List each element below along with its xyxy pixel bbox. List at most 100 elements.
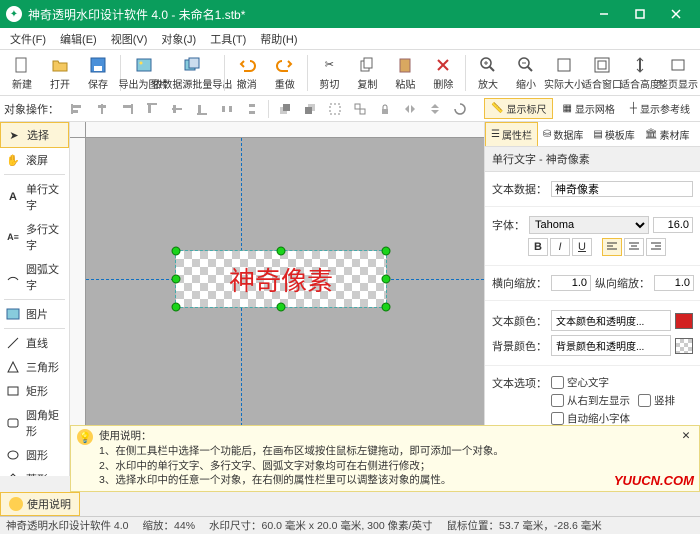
textcolor-swatch[interactable] <box>675 313 693 329</box>
selection-outline <box>175 250 387 308</box>
bring-front-button[interactable] <box>274 99 296 119</box>
tool-line[interactable]: 直线 <box>0 331 69 355</box>
underline-button[interactable]: U <box>572 238 592 256</box>
new-button[interactable]: 新建 <box>4 53 40 93</box>
maximize-button[interactable] <box>622 0 658 28</box>
tool-arc-text[interactable]: 圆弧文字 <box>0 257 69 297</box>
font-select[interactable]: Tahoma <box>529 216 649 234</box>
tool-rect[interactable]: 矩形 <box>0 379 69 403</box>
menu-help[interactable]: 帮助(H) <box>254 29 303 49</box>
menu-tools[interactable]: 工具(T) <box>204 29 252 49</box>
handle-sw[interactable] <box>172 303 181 312</box>
handle-s[interactable] <box>277 303 286 312</box>
lock-button[interactable] <box>374 99 396 119</box>
handle-se[interactable] <box>382 303 391 312</box>
align-middle-button[interactable] <box>166 99 188 119</box>
opt-autoshrink[interactable]: 自动缩小字体 <box>551 411 630 426</box>
handle-ne[interactable] <box>382 247 391 256</box>
show-ruler-toggle[interactable]: 📏显示标尺 <box>484 98 553 119</box>
tool-triangle[interactable]: 三角形 <box>0 355 69 379</box>
send-back-button[interactable] <box>299 99 321 119</box>
redo-button[interactable]: 重做 <box>267 53 303 93</box>
zoom-in-button[interactable]: 放大 <box>470 53 506 93</box>
hint-close-button[interactable]: ✕ <box>679 429 693 443</box>
horizontal-ruler[interactable] <box>86 122 484 138</box>
text-lines-icon: A≡ <box>5 229 21 245</box>
handle-e[interactable] <box>382 275 391 284</box>
text-object[interactable]: 神奇像素 <box>176 251 386 307</box>
window-title: 神奇透明水印设计软件 4.0 - 未命名1.stb* <box>28 6 586 23</box>
full-display-button[interactable]: 整页显示 <box>660 53 696 93</box>
fit-window-button[interactable]: 适合窗口 <box>584 53 620 93</box>
bgcolor-button[interactable]: 背景颜色和透明度... <box>551 335 671 356</box>
vscale-input[interactable] <box>654 275 694 291</box>
textcolor-button[interactable]: 文本颜色和透明度... <box>551 310 671 331</box>
flip-h-button[interactable] <box>399 99 421 119</box>
tool-single-text[interactable]: A单行文字 <box>0 177 69 217</box>
paste-button[interactable]: 粘贴 <box>387 53 423 93</box>
tab-templates[interactable]: ▤模板库 <box>588 122 639 146</box>
close-button[interactable] <box>658 0 694 28</box>
paste-icon <box>395 55 415 75</box>
align-right-text-button[interactable] <box>646 238 666 256</box>
bold-button[interactable]: B <box>528 238 548 256</box>
cut-button[interactable]: ✂剪切 <box>311 53 347 93</box>
handle-nw[interactable] <box>172 247 181 256</box>
minimize-button[interactable] <box>586 0 622 28</box>
align-left-button[interactable] <box>66 99 88 119</box>
align-top-button[interactable] <box>141 99 163 119</box>
opt-rtl[interactable]: 从右到左显示 <box>551 393 630 408</box>
menu-file[interactable]: 文件(F) <box>4 29 52 49</box>
hscale-input[interactable] <box>551 275 591 291</box>
actual-size-button[interactable]: 实际大小 <box>546 53 582 93</box>
group-button[interactable] <box>324 99 346 119</box>
show-grid-toggle[interactable]: ▦显示网格 <box>556 99 620 118</box>
align-bottom-button[interactable] <box>191 99 213 119</box>
menu-view[interactable]: 视图(V) <box>105 29 154 49</box>
batch-export-button[interactable]: 依数据源批量导出 <box>164 53 220 93</box>
handle-n[interactable] <box>277 247 286 256</box>
flip-v-button[interactable] <box>424 99 446 119</box>
tool-roundrect[interactable]: 圆角矩形 <box>0 403 69 443</box>
textdata-input[interactable] <box>551 181 693 197</box>
undo-button[interactable]: 撤消 <box>229 53 265 93</box>
fit-height-button[interactable]: 适合高度 <box>622 53 658 93</box>
tool-diamond[interactable]: 菱形 <box>0 467 69 476</box>
align-center-h-button[interactable] <box>91 99 113 119</box>
rotate-button[interactable] <box>449 99 471 119</box>
opt-hollow[interactable]: 空心文字 <box>551 375 609 390</box>
open-button[interactable]: 打开 <box>42 53 78 93</box>
tab-assets[interactable]: 🏛素材库 <box>640 122 695 146</box>
ungroup-button[interactable] <box>349 99 371 119</box>
tool-select[interactable]: ➤选择 <box>0 122 69 148</box>
help-tab[interactable]: 使用说明 <box>0 492 80 516</box>
italic-button[interactable]: I <box>550 238 570 256</box>
canvas-area[interactable]: 神奇像素 <box>70 122 484 476</box>
font-size-input[interactable] <box>653 217 693 233</box>
save-button[interactable]: 保存 <box>80 53 116 93</box>
opt-vertical[interactable]: 竖排 <box>638 393 675 408</box>
delete-button[interactable]: 删除 <box>425 53 461 93</box>
menu-object[interactable]: 对象(J) <box>155 29 202 49</box>
zoom-out-button[interactable]: 缩小 <box>508 53 544 93</box>
folder-open-icon <box>50 55 70 75</box>
status-mouse: 鼠标位置：53.7 毫米，-28.6 毫米 <box>447 518 602 533</box>
cut-icon: ✂ <box>319 55 339 75</box>
distribute-v-button[interactable] <box>241 99 263 119</box>
menu-edit[interactable]: 编辑(E) <box>54 29 103 49</box>
tool-ellipse[interactable]: 圆形 <box>0 443 69 467</box>
tool-multi-text[interactable]: A≡多行文字 <box>0 217 69 257</box>
tab-properties[interactable]: ☰属性栏 <box>485 122 538 146</box>
align-left-text-button[interactable] <box>602 238 622 256</box>
align-right-button[interactable] <box>116 99 138 119</box>
handle-w[interactable] <box>172 275 181 284</box>
align-center-text-button[interactable] <box>624 238 644 256</box>
distribute-h-button[interactable] <box>216 99 238 119</box>
tool-pan[interactable]: ✋滚屏 <box>0 148 69 172</box>
tab-database[interactable]: ⛁数据库 <box>538 122 588 146</box>
bgcolor-swatch[interactable] <box>675 338 693 354</box>
copy-button[interactable]: 复制 <box>349 53 385 93</box>
show-guide-toggle[interactable]: ┼显示参考线 <box>624 99 696 118</box>
tool-image[interactable]: 图片 <box>0 302 69 326</box>
ruler-icon: 📏 <box>491 103 503 114</box>
